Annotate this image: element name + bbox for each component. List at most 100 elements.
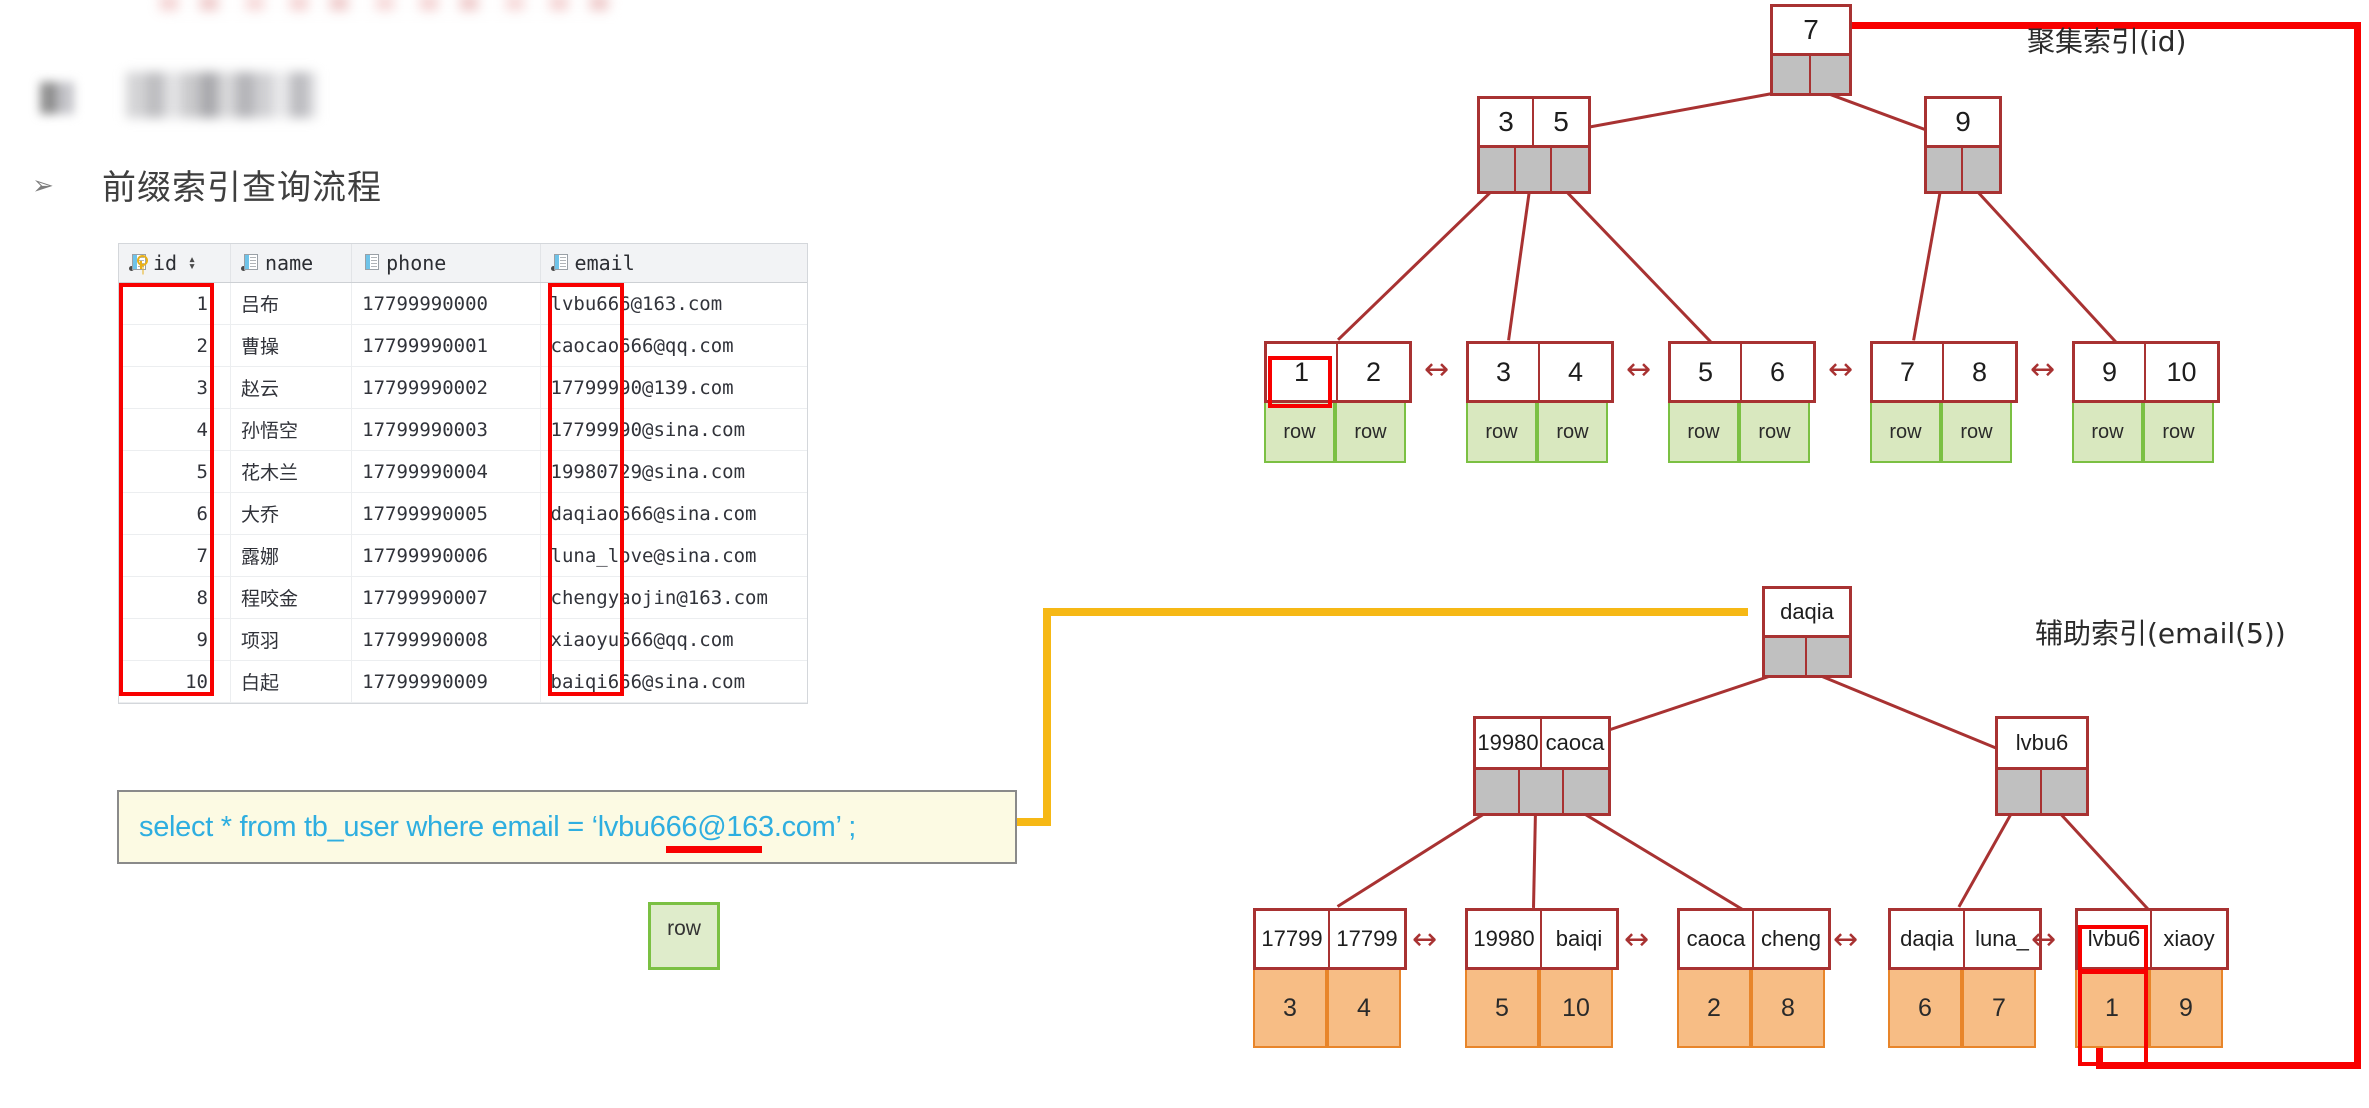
redacted-bullet-icon bbox=[40, 82, 74, 114]
leaf-value: 1 bbox=[2075, 970, 2149, 1048]
table-key-column-icon bbox=[129, 254, 146, 272]
table-row[interactable]: 10白起17799990009baiqi666@sina.com bbox=[119, 661, 807, 703]
cell-phone[interactable]: 17799990004 bbox=[352, 451, 540, 493]
cell-email[interactable]: caocao666@qq.com bbox=[540, 325, 807, 367]
node-pointer bbox=[1807, 638, 1849, 675]
cell-email[interactable]: 17799990@sina.com bbox=[540, 409, 807, 451]
column-header-name[interactable]: name bbox=[231, 244, 352, 283]
leaf-value: row bbox=[1466, 403, 1537, 463]
leaf-value: 5 bbox=[1465, 970, 1539, 1048]
leaf-key: cheng bbox=[1754, 911, 1828, 967]
leaf-value: row bbox=[2143, 403, 2214, 463]
node-pointer bbox=[1963, 148, 1999, 191]
cell-phone[interactable]: 17799990006 bbox=[352, 535, 540, 577]
cell-phone[interactable]: 17799990000 bbox=[352, 283, 540, 325]
leaf-value: 7 bbox=[1962, 970, 2036, 1048]
cell-email[interactable]: daqiao666@sina.com bbox=[540, 493, 807, 535]
node-pointer bbox=[1998, 770, 2042, 813]
cell-id[interactable]: 3 bbox=[119, 367, 231, 409]
clustered-leaf-link-2: ↔ bbox=[1626, 355, 1651, 385]
clustered-leaf-2: 34rowrow bbox=[1466, 341, 1614, 463]
cell-phone[interactable]: 17799990005 bbox=[352, 493, 540, 535]
cell-email[interactable]: 19980729@sina.com bbox=[540, 451, 807, 493]
leaf-value: row bbox=[1870, 403, 1941, 463]
node-key: daqia bbox=[1765, 589, 1849, 635]
cell-phone[interactable]: 17799990003 bbox=[352, 409, 540, 451]
table-row[interactable]: 1吕布17799990000lvbu666@163.com bbox=[119, 283, 807, 325]
leaf-value: 8 bbox=[1751, 970, 1825, 1048]
clustered-root-node: 7 bbox=[1770, 4, 1852, 96]
table-row[interactable]: 5花木兰1779999000419980729@sina.com bbox=[119, 451, 807, 493]
clustered-leaf-link-4: ↔ bbox=[2030, 355, 2055, 385]
cell-id[interactable]: 9 bbox=[119, 619, 231, 661]
node-key: lvbu6 bbox=[1998, 719, 2086, 767]
cell-phone[interactable]: 17799990002 bbox=[352, 367, 540, 409]
cell-id[interactable]: 8 bbox=[119, 577, 231, 619]
cell-email[interactable]: chengyaojin@163.com bbox=[540, 577, 807, 619]
cell-name[interactable]: 露娜 bbox=[231, 535, 352, 577]
cell-id[interactable]: 7 bbox=[119, 535, 231, 577]
clustered-index-label: 聚集索引(id) bbox=[2027, 20, 2186, 60]
node-pointer bbox=[1927, 148, 1963, 191]
cell-email[interactable]: xiaoyu666@qq.com bbox=[540, 619, 807, 661]
secondary-index-label: 辅助索引(email(5)) bbox=[2035, 612, 2286, 652]
table-row[interactable]: 8程咬金17799990007chengyaojin@163.com bbox=[119, 577, 807, 619]
result-row-box[interactable]: row bbox=[648, 902, 720, 970]
leaf-key: 10 bbox=[2146, 344, 2217, 400]
cell-phone[interactable]: 17799990001 bbox=[352, 325, 540, 367]
secondary-leaf-link-1: ↔ bbox=[1412, 925, 1437, 955]
leaf-value: row bbox=[1739, 403, 1810, 463]
table-row[interactable]: 7露娜17799990006luna_love@sina.com bbox=[119, 535, 807, 577]
cell-name[interactable]: 吕布 bbox=[231, 283, 352, 325]
secondary-internal-node-left: 19980caoca bbox=[1473, 716, 1611, 816]
node-key: 5 bbox=[1534, 99, 1588, 145]
cell-phone[interactable]: 17799990007 bbox=[352, 577, 540, 619]
table-row[interactable]: 4孙悟空1779999000317799990@sina.com bbox=[119, 409, 807, 451]
cell-name[interactable]: 赵云 bbox=[231, 367, 352, 409]
column-header-id[interactable]: id ▴▾ bbox=[119, 244, 231, 283]
leaf-key: 17799 bbox=[1330, 911, 1404, 967]
cell-id[interactable]: 2 bbox=[119, 325, 231, 367]
table-row[interactable]: 6大乔17799990005daqiao666@sina.com bbox=[119, 493, 807, 535]
node-pointer bbox=[1564, 770, 1608, 813]
column-label-name: name bbox=[265, 251, 313, 275]
cell-email[interactable]: 17799990@139.com bbox=[540, 367, 807, 409]
cell-id[interactable]: 5 bbox=[119, 451, 231, 493]
cell-name[interactable]: 项羽 bbox=[231, 619, 352, 661]
clustered-leaf-4: 78rowrow bbox=[1870, 341, 2018, 463]
cell-phone[interactable]: 17799990009 bbox=[352, 661, 540, 703]
cell-id[interactable]: 10 bbox=[119, 661, 231, 703]
secondary-root-node: daqia bbox=[1762, 586, 1852, 678]
cell-name[interactable]: 大乔 bbox=[231, 493, 352, 535]
sql-statement-text: select * from tb_user where email = ‘lvb… bbox=[139, 811, 856, 844]
cell-id[interactable]: 1 bbox=[119, 283, 231, 325]
node-pointer bbox=[1480, 148, 1516, 191]
cell-id[interactable]: 4 bbox=[119, 409, 231, 451]
tb-user-data-grid[interactable]: id ▴▾ name bbox=[118, 243, 808, 704]
column-header-phone[interactable]: phone bbox=[352, 244, 540, 283]
cell-email[interactable]: luna_love@sina.com bbox=[540, 535, 807, 577]
cell-phone[interactable]: 17799990008 bbox=[352, 619, 540, 661]
cell-name[interactable]: 程咬金 bbox=[231, 577, 352, 619]
column-header-email[interactable]: email bbox=[540, 244, 807, 283]
cell-id[interactable]: 6 bbox=[119, 493, 231, 535]
cell-name[interactable]: 曹操 bbox=[231, 325, 352, 367]
node-pointer bbox=[1765, 638, 1807, 675]
cell-email[interactable]: baiqi666@sina.com bbox=[540, 661, 807, 703]
node-key: caoca bbox=[1542, 719, 1608, 767]
node-pointer bbox=[1476, 770, 1520, 813]
slide-canvas: ➢ 前缀索引查询流程 id ▴▾ bbox=[0, 0, 2369, 1108]
cell-name[interactable]: 白起 bbox=[231, 661, 352, 703]
cell-name[interactable]: 孙悟空 bbox=[231, 409, 352, 451]
leaf-value: 6 bbox=[1888, 970, 1962, 1048]
sort-arrows-icon[interactable]: ▴▾ bbox=[188, 256, 196, 270]
table-row[interactable]: 9项羽17799990008xiaoyu666@qq.com bbox=[119, 619, 807, 661]
cell-email[interactable]: lvbu666@163.com bbox=[540, 283, 807, 325]
table-row[interactable]: 3赵云1779999000217799990@139.com bbox=[119, 367, 807, 409]
clustered-leaf-link-3: ↔ bbox=[1828, 355, 1853, 385]
table-row[interactable]: 2曹操17799990001caocao666@qq.com bbox=[119, 325, 807, 367]
sql-statement-box[interactable]: select * from tb_user where email = ‘lvb… bbox=[117, 790, 1017, 864]
cell-name[interactable]: 花木兰 bbox=[231, 451, 352, 493]
table-column-icon bbox=[551, 254, 568, 272]
secondary-leaf-3: caocacheng28 bbox=[1677, 908, 1831, 1048]
